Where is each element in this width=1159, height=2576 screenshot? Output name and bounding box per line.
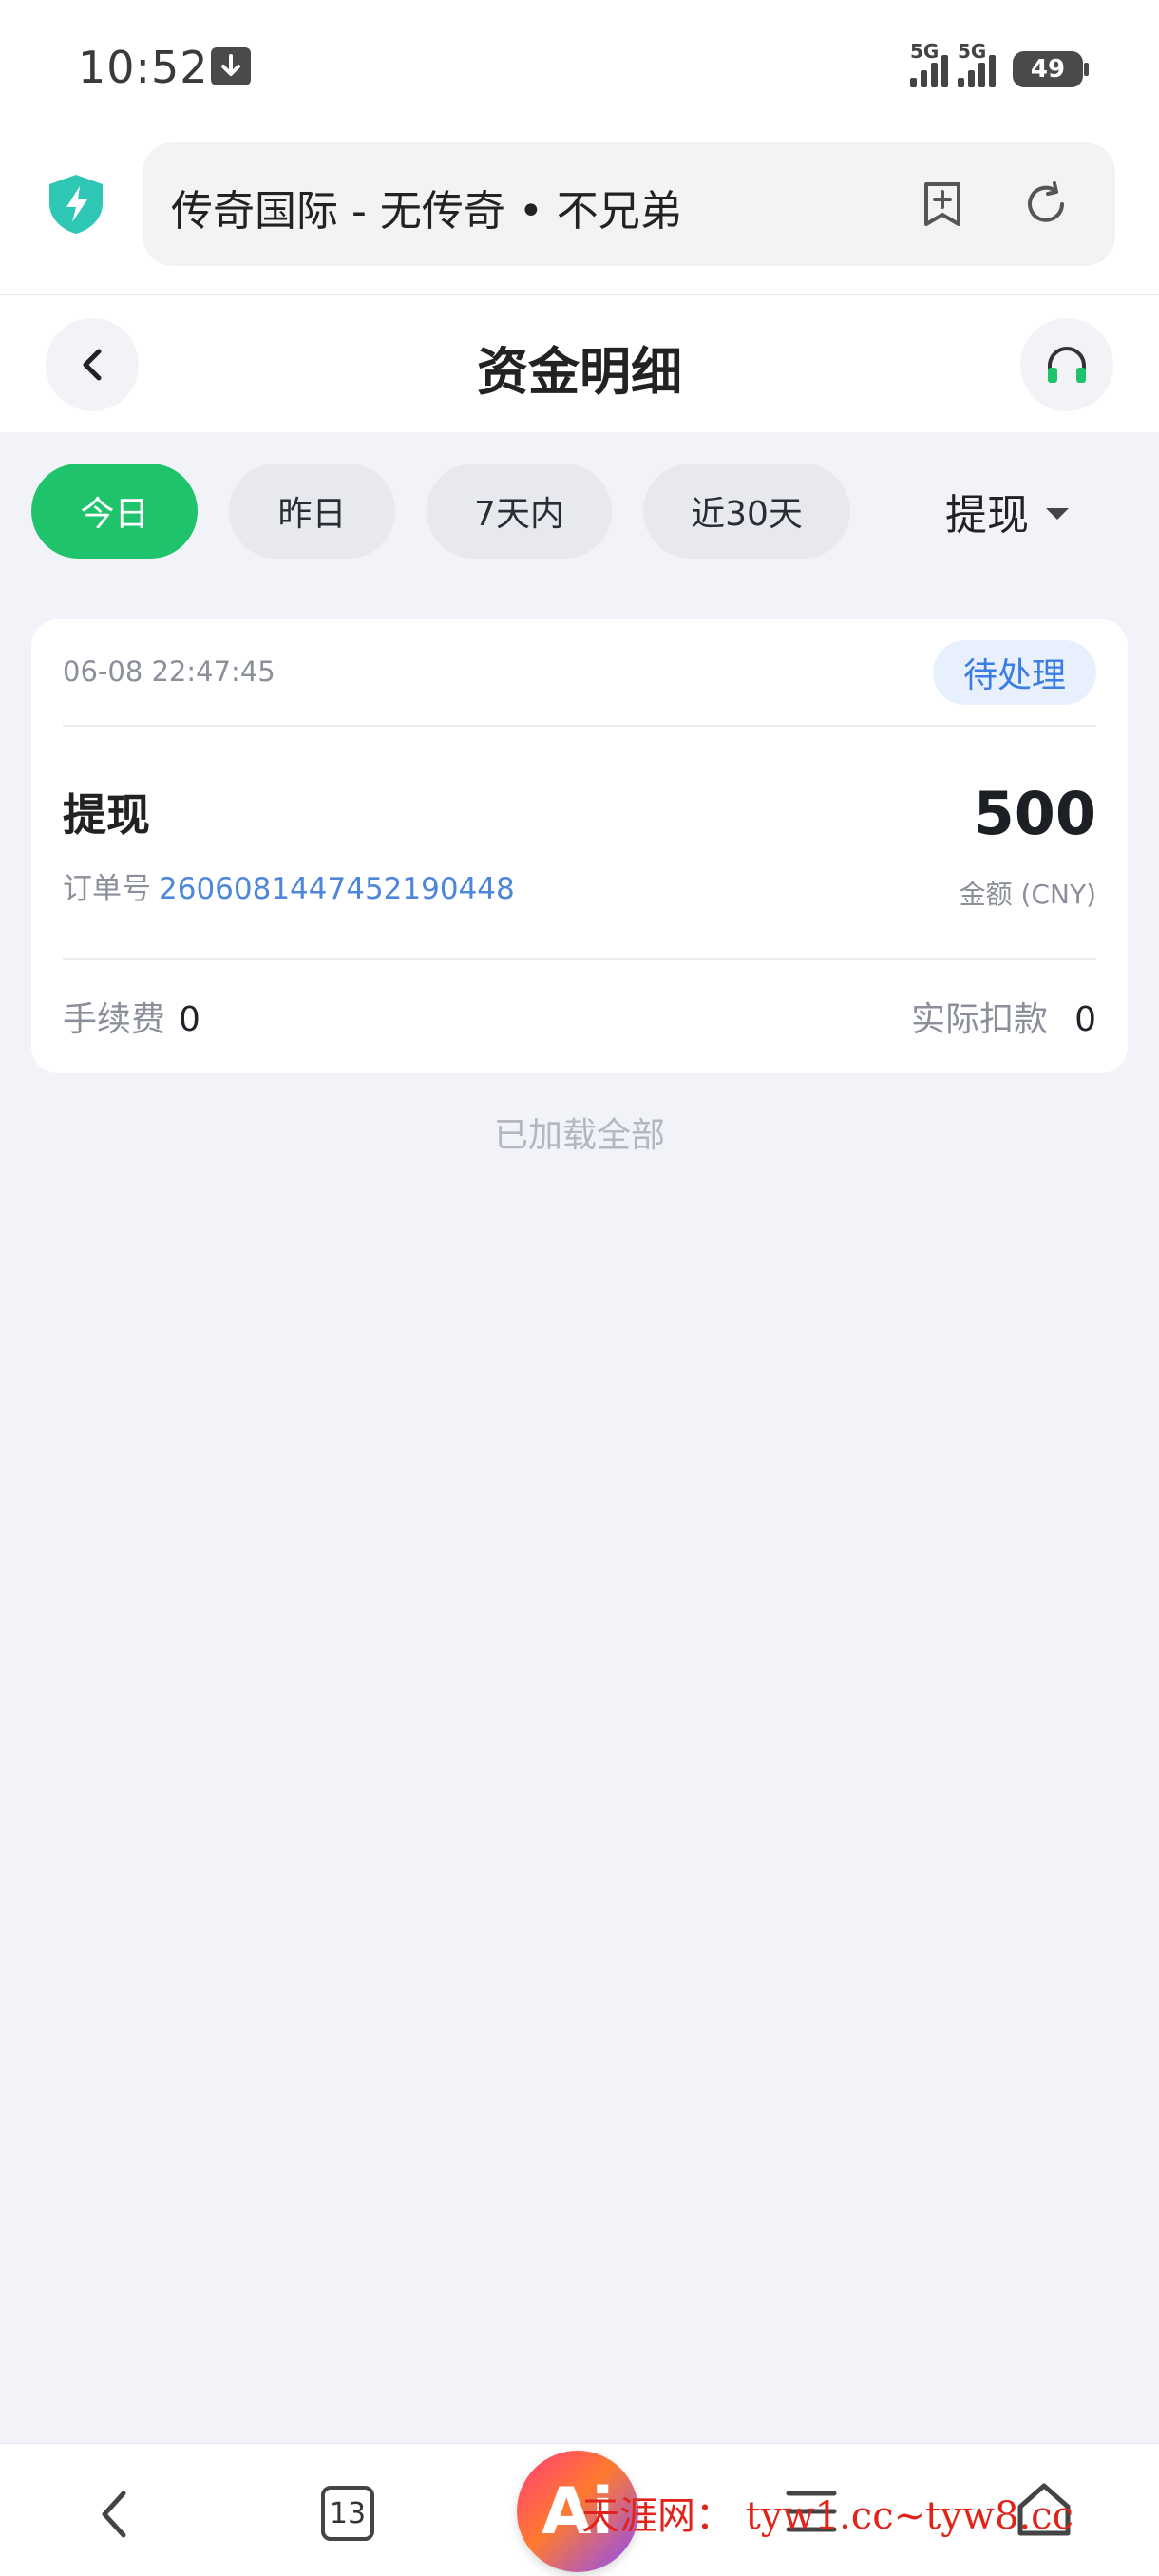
transaction-card[interactable]: 06-08 22:47:45 待处理 提现 订单号 260608144745219…: [31, 619, 1128, 1073]
actual-deduction-value: 0: [1074, 1000, 1096, 1039]
order-number-row: 订单号 2606081447452190448: [63, 864, 515, 907]
headset-icon: [1048, 347, 1086, 383]
list-end-text: 已加载全部: [493, 1116, 665, 1155]
watermark-text: 天涯网： tyw1.cc~tyw8.cc: [581, 2494, 1074, 2538]
order-number-label: 订单号: [63, 872, 151, 906]
filter-7-days[interactable]: 7天内: [427, 464, 612, 559]
filter-today[interactable]: 今日: [31, 464, 198, 559]
divider: [63, 958, 1096, 960]
amount-label: 金额 (CNY): [959, 879, 1096, 910]
divider: [63, 725, 1096, 727]
transaction-amount: 500: [973, 779, 1096, 848]
transaction-type: 提现: [63, 789, 150, 841]
status-badge: 待处理: [932, 640, 1096, 705]
bookmark-add-icon[interactable]: [917, 179, 968, 230]
refresh-icon[interactable]: [1020, 179, 1072, 230]
status-time: 10:52: [78, 42, 209, 93]
url-title[interactable]: 传奇国际 - 无传奇 • 不兄弟: [171, 177, 682, 237]
actual-deduction-row: 实际扣款 0: [911, 992, 1096, 1041]
transaction-type-dropdown[interactable]: 提现: [945, 481, 1069, 541]
address-bar[interactable]: 传奇国际 - 无传奇 • 不兄弟: [142, 142, 1115, 266]
filter-30-days[interactable]: 近30天: [643, 464, 850, 559]
chevron-down-icon: [1046, 508, 1069, 520]
order-number[interactable]: 2606081447452190448: [159, 872, 515, 906]
browser-chrome: 10:52 5G 5G 49 传奇国际 - 无传奇 • 不兄弟: [0, 0, 1159, 294]
page-title: 资金明细: [477, 342, 682, 402]
fee-row: 手续费 0: [63, 992, 200, 1041]
transaction-type-label: 提现: [945, 491, 1029, 540]
download-icon: [211, 47, 251, 85]
fee-label: 手续费: [63, 1000, 166, 1039]
tabs-icon[interactable]: 13: [321, 2486, 374, 2541]
page-header: 资金明细: [0, 294, 1159, 432]
signal-label: 5G: [910, 40, 940, 63]
nav-back-icon[interactable]: [95, 2486, 133, 2543]
transaction-time: 06-08 22:47:45: [63, 655, 276, 688]
fee-value: 0: [179, 1000, 200, 1039]
shield-icon[interactable]: [46, 173, 106, 236]
signal-icon: 5G: [910, 40, 948, 87]
actual-deduction-label: 实际扣款: [911, 1000, 1049, 1039]
date-filter-group: 今日 昨日 7天内 近30天: [31, 464, 850, 559]
signal-label: 5G: [958, 40, 987, 63]
battery-icon: 49: [1013, 51, 1089, 87]
filter-yesterday[interactable]: 昨日: [229, 464, 395, 559]
signal-icon: 5G: [958, 40, 996, 87]
status-indicators: 5G 5G 49: [910, 38, 1089, 87]
customer-service-button[interactable]: [1020, 318, 1113, 411]
